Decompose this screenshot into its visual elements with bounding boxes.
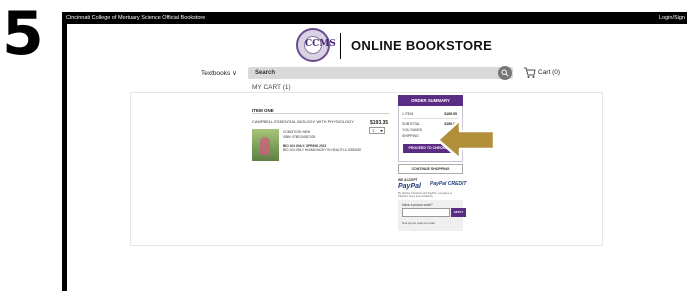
summary-row-label: SHIPPING	[402, 134, 419, 138]
continue-shopping-button[interactable]: CONTINUE SHOPPING	[398, 164, 463, 174]
header-divider	[340, 33, 341, 59]
paypal-logo: PayPal	[398, 183, 421, 190]
search-placeholder: Search	[255, 69, 276, 76]
order-summary-title: ORDER SUMMARY	[398, 95, 463, 106]
summary-row-label: 1 ITEM	[402, 112, 414, 116]
paypal-terms-note: By clicking Checkout with PayPal, you ag…	[398, 192, 453, 198]
cart-link[interactable]: Cart (0)	[538, 69, 560, 76]
textbooks-menu[interactable]: Textbooks ∨	[201, 69, 237, 77]
book-cover-image[interactable]	[252, 129, 279, 161]
book-condition: CONDITION: NEW	[283, 130, 311, 134]
promo-code-note: One promo code per order	[402, 221, 435, 225]
store-name: ONLINE BOOKSTORE	[351, 38, 493, 53]
promo-code-input[interactable]	[402, 208, 450, 217]
search-icon	[501, 69, 509, 77]
apply-promo-button[interactable]: APPLY	[451, 208, 466, 217]
we-accept-label: WE ACCEPT	[398, 178, 418, 182]
promo-code-label: Have a promo code?	[402, 203, 433, 207]
pointer-arrow-icon	[436, 118, 496, 160]
step-number: 5	[2, 0, 44, 69]
book-isbn: ISBN: 9780134357025	[283, 135, 316, 139]
summary-row-value: $189.95	[444, 112, 457, 116]
cart-heading: MY CART (1)	[252, 84, 291, 91]
cart-content-area	[130, 92, 603, 246]
top-bar: Cincinnati College of Mortuary Science O…	[62, 12, 687, 24]
site-title: Cincinnati College of Mortuary Science O…	[66, 15, 206, 21]
chevron-down-icon	[380, 130, 383, 132]
quantity-select[interactable]: 1	[369, 127, 385, 134]
college-seal-logo[interactable]: CCMS	[296, 28, 336, 62]
book-title[interactable]: CAMPBELL ESSENTIAL BIOLOGY WITH PHYSIOLO…	[252, 119, 354, 124]
course-description: BIO 104 ONLY HUMAN BODY IN HEALTH & DISE…	[283, 148, 362, 152]
summary-row-label: SUBTOTAL	[402, 122, 421, 126]
search-input[interactable]: Search	[248, 67, 513, 79]
summary-row-label: YOU SAVED	[402, 128, 423, 132]
login-link[interactable]: Login/Sign	[659, 15, 685, 21]
item-divider	[252, 113, 390, 114]
logo-monogram: CCMS	[305, 39, 336, 49]
search-button[interactable]	[498, 66, 512, 80]
cart-icon[interactable]	[523, 66, 536, 84]
item-price: $193.35	[370, 120, 389, 126]
quantity-value: 1	[372, 128, 375, 133]
paypal-credit-logo: PayPal CREDIT	[430, 181, 467, 187]
